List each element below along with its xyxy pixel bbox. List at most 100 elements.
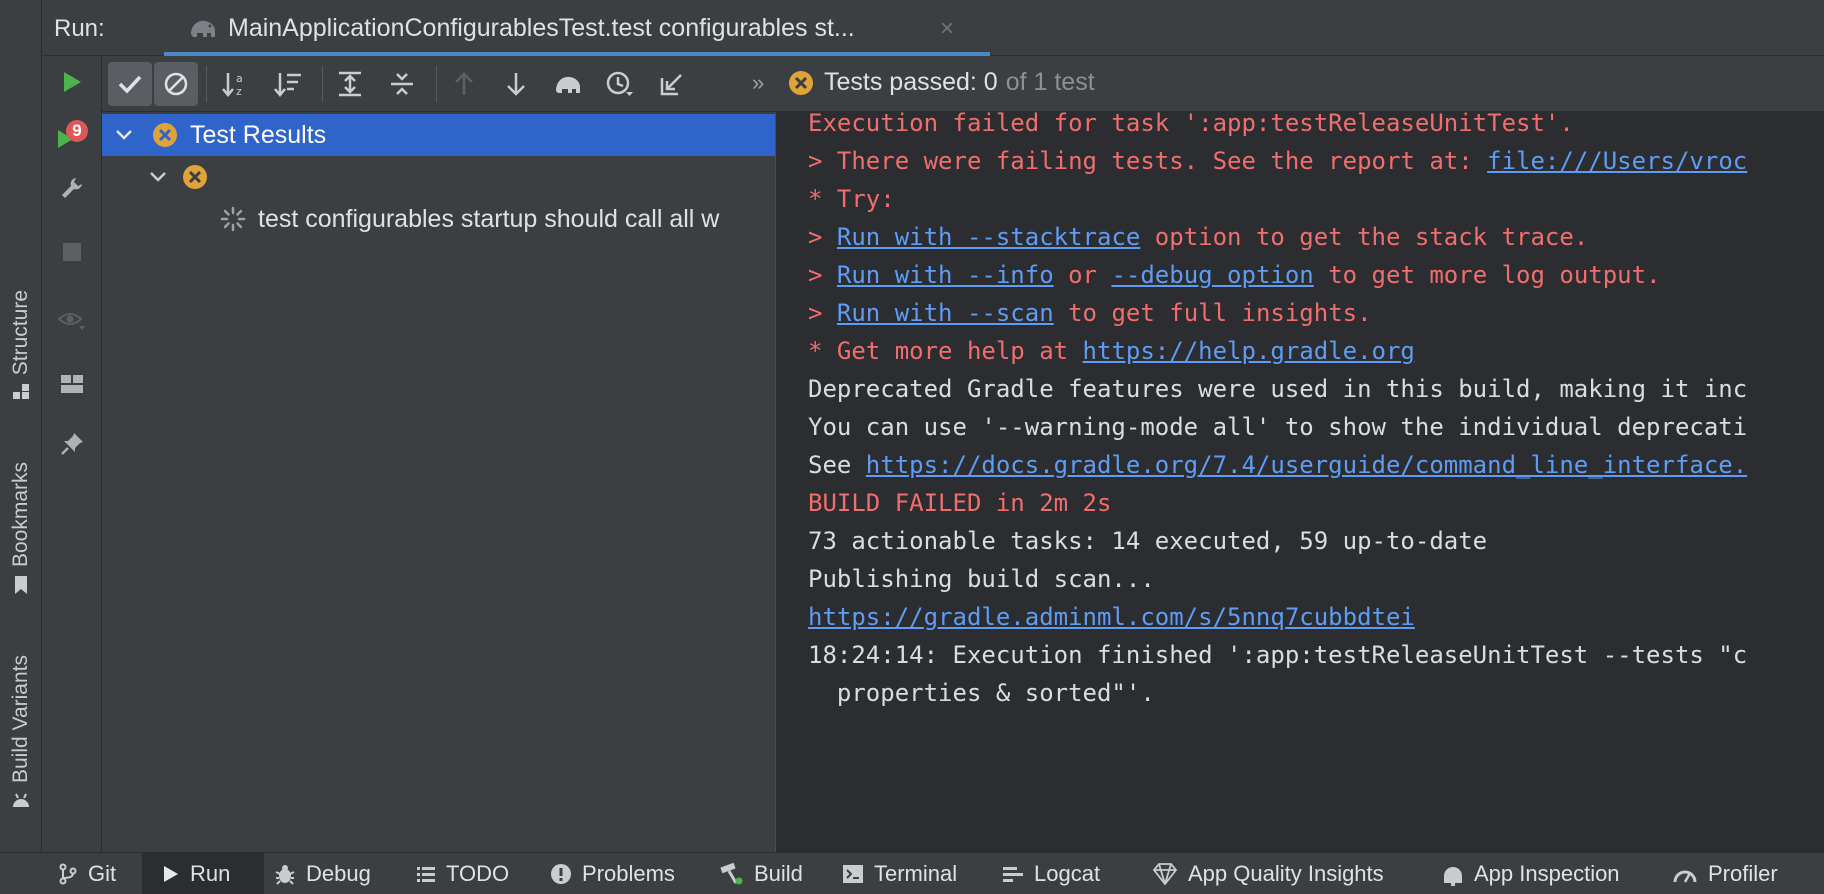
sort-by-duration-button[interactable] [266, 62, 310, 106]
wrench-icon [62, 178, 82, 198]
close-tab-icon[interactable]: × [940, 15, 954, 43]
run-tab-title: MainApplicationConfigurablesTest.test co… [228, 14, 855, 42]
show-passed-toggle[interactable] [108, 62, 152, 106]
chevron-down-icon[interactable] [148, 164, 168, 190]
logcat-icon [1003, 867, 1023, 882]
stop-button[interactable] [42, 228, 102, 276]
run-tool-window-header: Run: MainApplicationConfigurablesTest.te… [42, 0, 1824, 56]
list-icon [417, 867, 435, 882]
terminal-tool-tab[interactable]: Terminal [842, 853, 957, 894]
build-scan-link[interactable]: https://gradle.adminml.com/s/5nnq7cubbdt… [808, 603, 1415, 631]
console-text: option to get the stack trace. [1140, 223, 1589, 251]
app-quality-insights-tool-tab-label: App Quality Insights [1188, 861, 1384, 886]
console-text: > [808, 261, 837, 289]
console-text: to get full insights. [1053, 299, 1372, 327]
run-tool-tab-label: Run [190, 861, 231, 886]
profiler-tool-tab-label: Profiler [1708, 861, 1778, 886]
console-output[interactable]: Execution failed for task ':app:testRele… [783, 112, 1824, 852]
sort-alphabetically-button[interactable]: az [214, 62, 258, 106]
build-variants-side-tab[interactable]: Build Variants [0, 655, 42, 809]
rerun-failed-tests-button[interactable]: 9 [42, 114, 102, 162]
settings-wrench-button[interactable] [42, 164, 102, 212]
layout-button[interactable] [42, 360, 102, 408]
profiler-tool-tab[interactable]: Profiler [1672, 853, 1778, 894]
run-configuration-tab[interactable]: MainApplicationConfigurablesTest.test co… [122, 0, 990, 56]
toolbar-separator [436, 66, 437, 102]
app-inspection-tool-tab[interactable]: App Inspection [1442, 853, 1620, 894]
bookmarks-side-tab[interactable]: Bookmarks [0, 462, 42, 595]
console-text: * Get more help at [808, 337, 1083, 365]
view-options-button[interactable] [42, 296, 102, 344]
structure-icon [13, 384, 29, 400]
gradle-elephant-icon [556, 76, 580, 93]
bookmark-icon [15, 576, 27, 595]
expand-all-button[interactable] [328, 62, 372, 106]
terminal-tool-tab-label: Terminal [874, 861, 958, 886]
tree-root-test-results[interactable]: Test Results [102, 114, 775, 156]
run-with-scan-link[interactable]: Run with --scan [837, 299, 1054, 327]
git-tool-tab[interactable]: Git [58, 853, 116, 894]
expand-all-icon [339, 71, 361, 97]
loading-spinner-icon [220, 206, 246, 232]
app-quality-insights-tool-tab[interactable]: App Quality Insights [1152, 853, 1384, 894]
report-link[interactable]: file:///Users/vroc [1487, 147, 1747, 175]
todo-tool-tab[interactable]: TODO [416, 853, 509, 894]
arrow-up-icon [455, 72, 473, 95]
test-results-tree: Test Results test configurables startup … [102, 112, 775, 852]
failed-status-icon [153, 123, 177, 147]
gradle-docs-link[interactable]: https://docs.gradle.org/7.4/userguide/co… [866, 451, 1747, 479]
git-branch-icon [59, 863, 77, 885]
import-test-results-button[interactable] [546, 62, 590, 106]
problems-tool-tab-label: Problems [582, 861, 675, 886]
gauge-icon [1673, 870, 1697, 883]
failed-status-icon [789, 70, 813, 95]
test-method-label: test configurables startup should call a… [258, 204, 720, 233]
sort-alpha-icon: az [222, 72, 243, 98]
checkmark-icon [118, 75, 142, 94]
console-text: See [808, 451, 866, 479]
build-tool-tab[interactable]: Build [718, 853, 803, 894]
structure-side-tab[interactable]: Structure [0, 290, 42, 401]
chevron-down-icon[interactable] [114, 122, 134, 148]
tree-root-label: Test Results [190, 120, 327, 149]
bottom-tool-window-bar: Git Run Debug TODO Problems Build Termin… [0, 852, 1824, 894]
debug-tool-tab[interactable]: Debug [274, 853, 371, 894]
android-icon [13, 793, 29, 808]
build-tool-tab-label: Build [754, 861, 803, 886]
tree-row-test-class[interactable] [102, 156, 775, 198]
console-text: > There were failing tests. See the repo… [808, 147, 1488, 175]
problems-tool-tab[interactable]: Problems [550, 853, 675, 894]
git-tool-tab-label: Git [88, 861, 117, 886]
collapse-all-button[interactable] [380, 62, 424, 106]
run-tool-tab[interactable]: Run [142, 853, 264, 894]
gradle-help-link[interactable]: https://help.gradle.org [1083, 337, 1415, 365]
console-line: properties & sorted"'. [808, 679, 1155, 707]
sort-duration-icon [274, 73, 301, 97]
tests-status: Tests passed: 0 of 1 test [788, 68, 1095, 97]
run-with-info-link[interactable]: Run with --info [837, 261, 1054, 289]
console-text: > [808, 299, 837, 327]
console-text: > [808, 223, 837, 251]
collapse-all-icon [391, 73, 413, 95]
debug-option-link[interactable]: --debug option [1111, 261, 1313, 289]
tree-row-test-method[interactable]: test configurables startup should call a… [102, 198, 775, 240]
panel-splitter[interactable] [775, 112, 783, 852]
failed-count-badge: 9 [66, 120, 88, 142]
pin-tab-button[interactable] [42, 420, 102, 468]
previous-failed-test-button[interactable] [442, 62, 486, 106]
console-line: > There were failing tests. See the repo… [808, 146, 1747, 190]
hammer-icon [720, 862, 743, 885]
eye-icon [57, 313, 85, 330]
test-history-button[interactable] [598, 62, 642, 106]
run-with-stacktrace-link[interactable]: Run with --stacktrace [837, 223, 1140, 251]
logcat-tool-tab[interactable]: Logcat [1002, 853, 1100, 894]
rerun-button[interactable] [42, 58, 102, 106]
todo-tool-tab-label: TODO [446, 861, 510, 886]
export-test-results-button[interactable] [650, 62, 694, 106]
next-failed-test-button[interactable] [494, 62, 538, 106]
show-ignored-toggle[interactable] [154, 62, 198, 106]
gradle-elephant-icon [191, 20, 215, 37]
layout-icon [61, 375, 83, 393]
more-actions-chevron[interactable]: » [752, 70, 764, 96]
ignored-icon [164, 72, 188, 96]
